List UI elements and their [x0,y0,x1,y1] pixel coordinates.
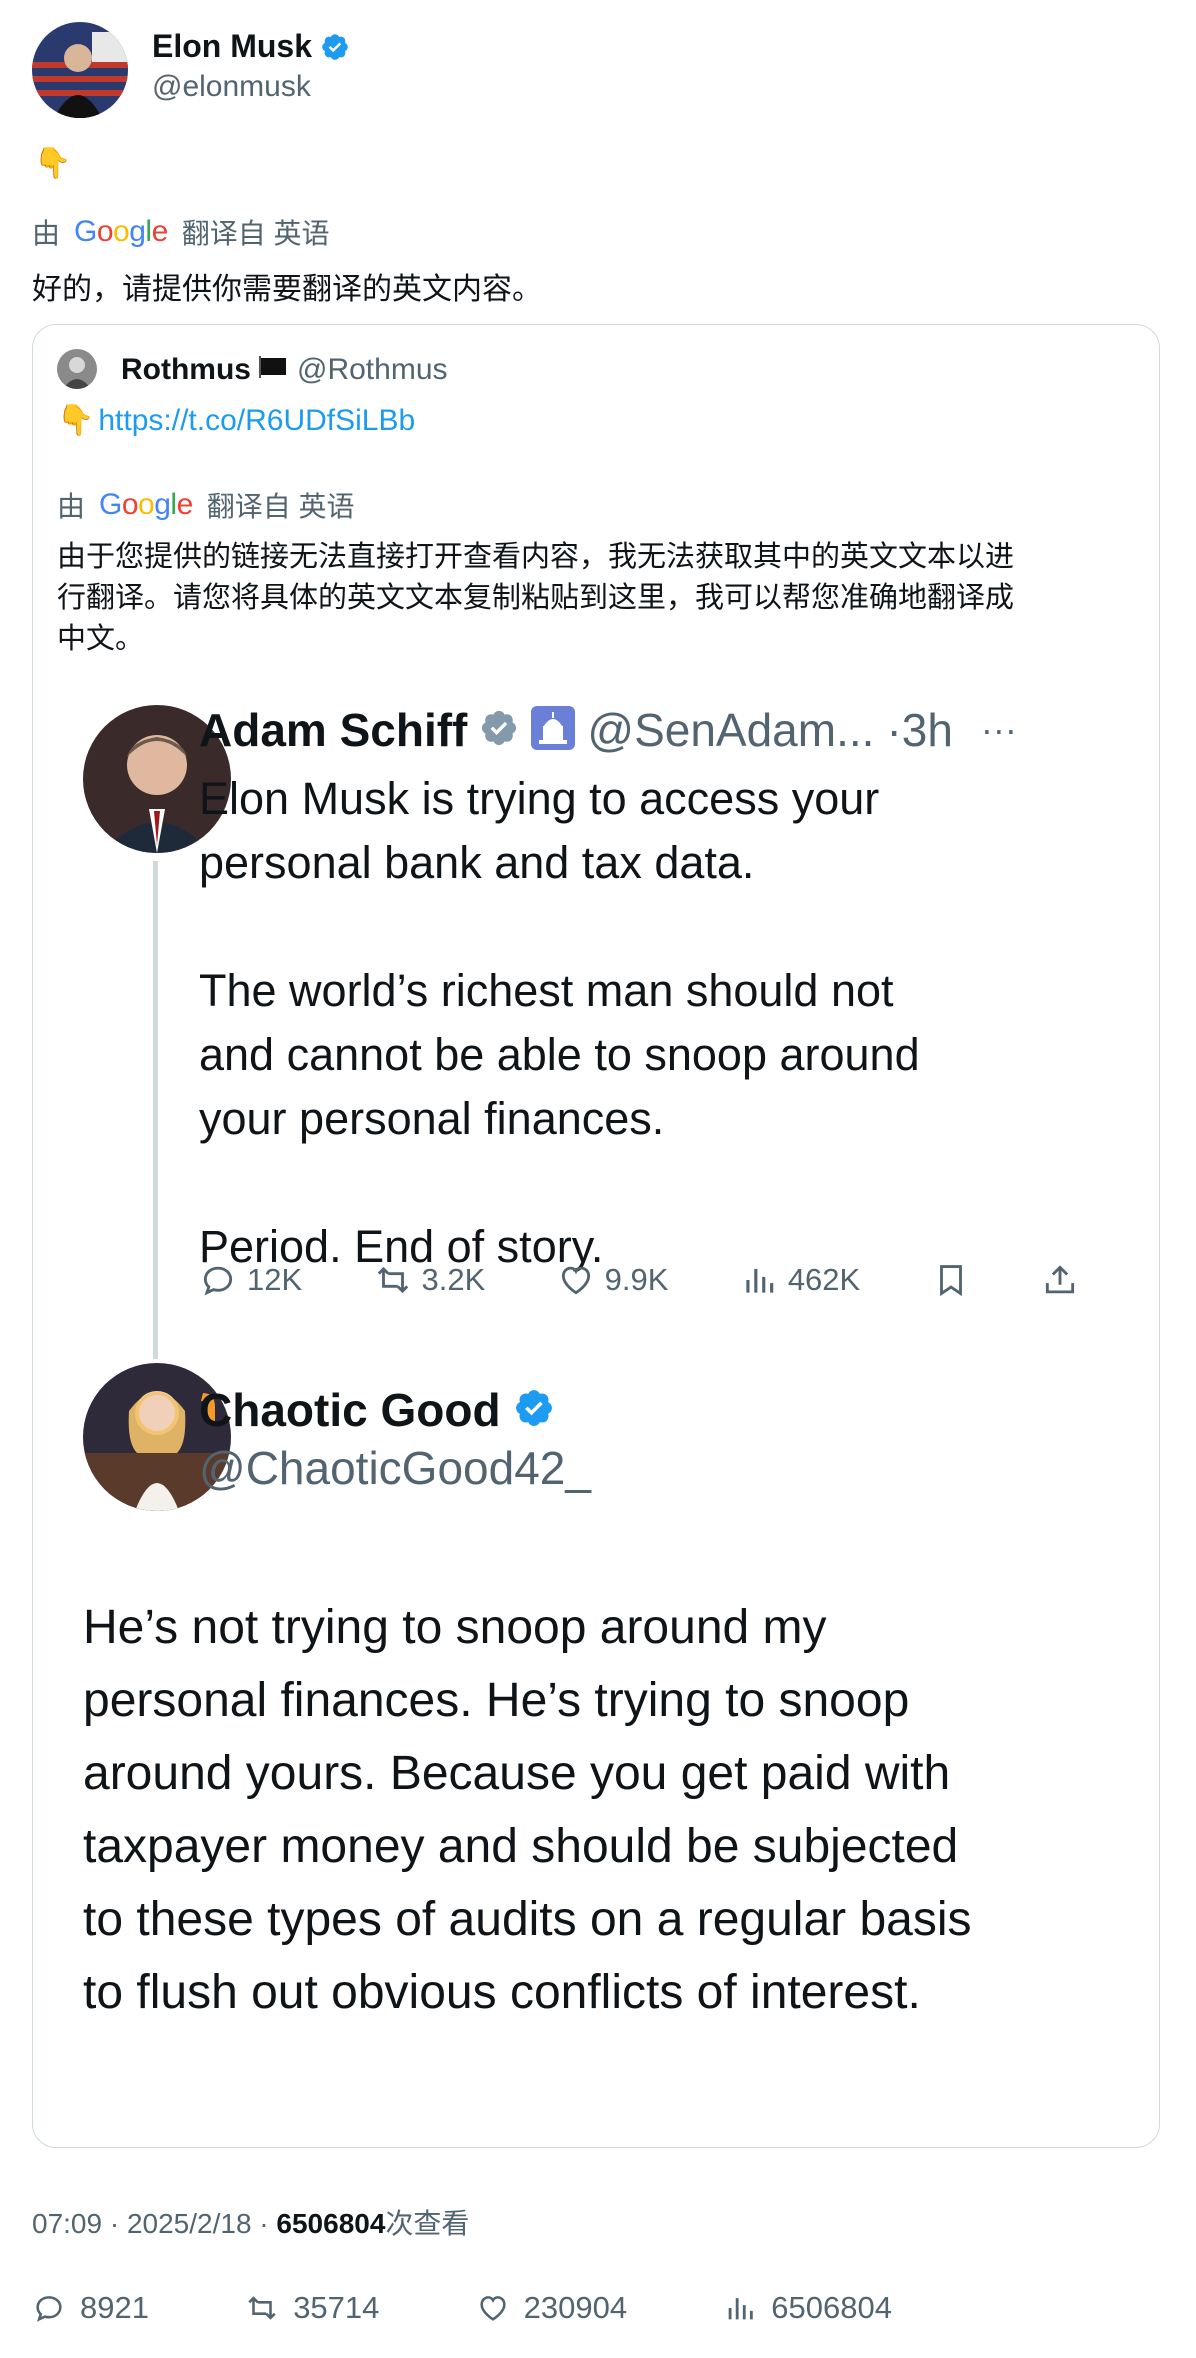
post1-like: 9.9K [557,1261,669,1299]
quote-author-row: Rothmus @Rothmus [121,353,448,387]
tweet-meta: 07:09 · 2025/2/18 · 6506804次查看 [32,2202,469,2242]
quote-author-name: Rothmus [121,353,251,386]
quote-author-handle: @Rothmus [297,353,448,386]
quote-link[interactable]: https://t.co/R6UDfSiLBb [98,404,415,438]
post2-line: around yours. Because you get paid with [83,1747,951,1800]
post2-line: to flush out obvious conflicts of intere… [83,1966,921,2019]
quote-translation-attribution: 由 Google 翻译自 英语 [57,485,355,525]
post1-handle: @SenAdam... [587,704,875,756]
tweet-view-number: 6506804 [276,2208,386,2239]
capitol-icon [531,705,576,755]
post1-retweet-count: 3.2K [421,1262,486,1297]
reply-icon [32,2291,66,2325]
embedded-screenshot[interactable]: Adam Schiff @SenAdam... ·3h ··· Elon Mus… [57,661,1137,2135]
reply-count: 8921 [80,2290,149,2325]
post2-verified-icon [513,1387,555,1434]
post1-time: ·3h [886,704,953,756]
post1-line: and cannot be able to snoop around [199,1029,920,1080]
retweet-icon [245,2291,279,2325]
post1-retweet: 3.2K [374,1261,486,1299]
post2-line: to these types of audits on a regular ba… [83,1893,972,1946]
post1-views: 462K [740,1261,860,1299]
quoted-tweet-card[interactable]: Rothmus @Rothmus 👇 https://t.co/R6UDfSiL… [32,324,1160,2148]
post1-reply: 12K [199,1261,302,1299]
retweet-button[interactable]: 35714 [245,2290,379,2326]
post2-line: personal finances. He’s trying to snoop [83,1674,910,1727]
quote-google-logo[interactable]: Google [99,488,193,522]
author-avatar[interactable] [32,22,128,118]
bookmark-icon [932,1261,970,1299]
post2-line: taxpayer money and should be subjected [83,1820,959,1873]
post1-verified-icon [479,708,519,753]
translation-by: 由 [32,218,61,249]
post1-body: Elon Musk is trying to access your perso… [199,767,920,1279]
quote-translation-from: 翻译自 英语 [206,491,355,522]
quote-translated-line: 中文。 [57,623,145,655]
post1-more-icon: ··· [980,709,1017,750]
heart-icon [476,2291,510,2325]
quote-translation-by: 由 [57,491,86,522]
post1-views-count: 462K [787,1262,861,1297]
tweet-translated-text: 好的，请提供你需要翻译的英文内容。 [32,273,542,306]
views-button[interactable]: 6506804 [723,2290,892,2326]
post2-body: He’s not trying to snoop around my perso… [83,1591,1133,2029]
verified-badge-icon [320,32,350,62]
post2-name: Chaotic Good [199,1384,501,1436]
post1-line: The world’s richest man should not [199,965,894,1016]
google-logo[interactable]: Google [74,215,168,249]
reply-icon [199,1261,237,1299]
quote-translated-text: 由于您提供的链接无法直接打开查看内容，我无法获取其中的英文文本以进 行翻译。请您… [57,537,1014,660]
quote-author-avatar [57,349,97,389]
tweet-timestamp[interactable]: 07:09 · 2025/2/18 · [32,2208,276,2239]
retweet-count: 35714 [293,2290,380,2325]
post1-header: Adam Schiff @SenAdam... ·3h ··· [199,703,1017,757]
like-button[interactable]: 230904 [476,2290,627,2326]
translation-from: 翻译自 英语 [181,218,330,249]
tweet-emoji: 👇 [34,147,72,180]
flag-icon [259,355,289,385]
author-handle[interactable]: @elonmusk [152,70,311,104]
author-name[interactable]: Elon Musk [152,28,312,65]
post2-handle: @ChaoticGood42_ [199,1442,591,1494]
post2-header: Chaotic Good [199,1383,555,1437]
tweet-view-suffix: 次查看 [385,2208,470,2239]
thread-line [153,861,158,1359]
post1-actions: 12K 3.2K 9.9K 462K [199,1261,1079,1299]
views-count: 6506804 [771,2290,892,2325]
post1-name: Adam Schiff [199,704,468,756]
quote-emoji: 👇 [57,404,95,437]
quote-translated-line: 行翻译。请您将具体的英文文本复制粘贴到这里，我可以帮您准确地翻译成 [57,582,1015,614]
retweet-icon [374,1261,412,1299]
post1-line: personal bank and tax data. [199,837,755,888]
post1-line: Elon Musk is trying to access your [199,773,880,824]
like-count: 230904 [523,2290,628,2325]
quote-translated-line: 由于您提供的链接无法直接打开查看内容，我无法获取其中的英文文本以进 [57,541,1015,573]
views-icon [740,1261,778,1299]
post2-line: He’s not trying to snoop around my [83,1601,827,1654]
translation-attribution: 由 Google 翻译自 英语 [32,212,330,252]
post1-reply-count: 12K [247,1262,303,1297]
quote-link-row: 👇 https://t.co/R6UDfSiLBb [57,403,415,438]
tweet-actions: 8921 35714 230904 6506804 [32,2290,892,2326]
reply-button[interactable]: 8921 [32,2290,149,2326]
share-icon [1041,1261,1079,1299]
heart-icon [557,1261,595,1299]
post1-line: your personal finances. [199,1093,665,1144]
author-name-row[interactable]: Elon Musk [152,28,350,65]
views-icon [723,2291,757,2325]
post1-like-count: 9.9K [604,1262,669,1297]
